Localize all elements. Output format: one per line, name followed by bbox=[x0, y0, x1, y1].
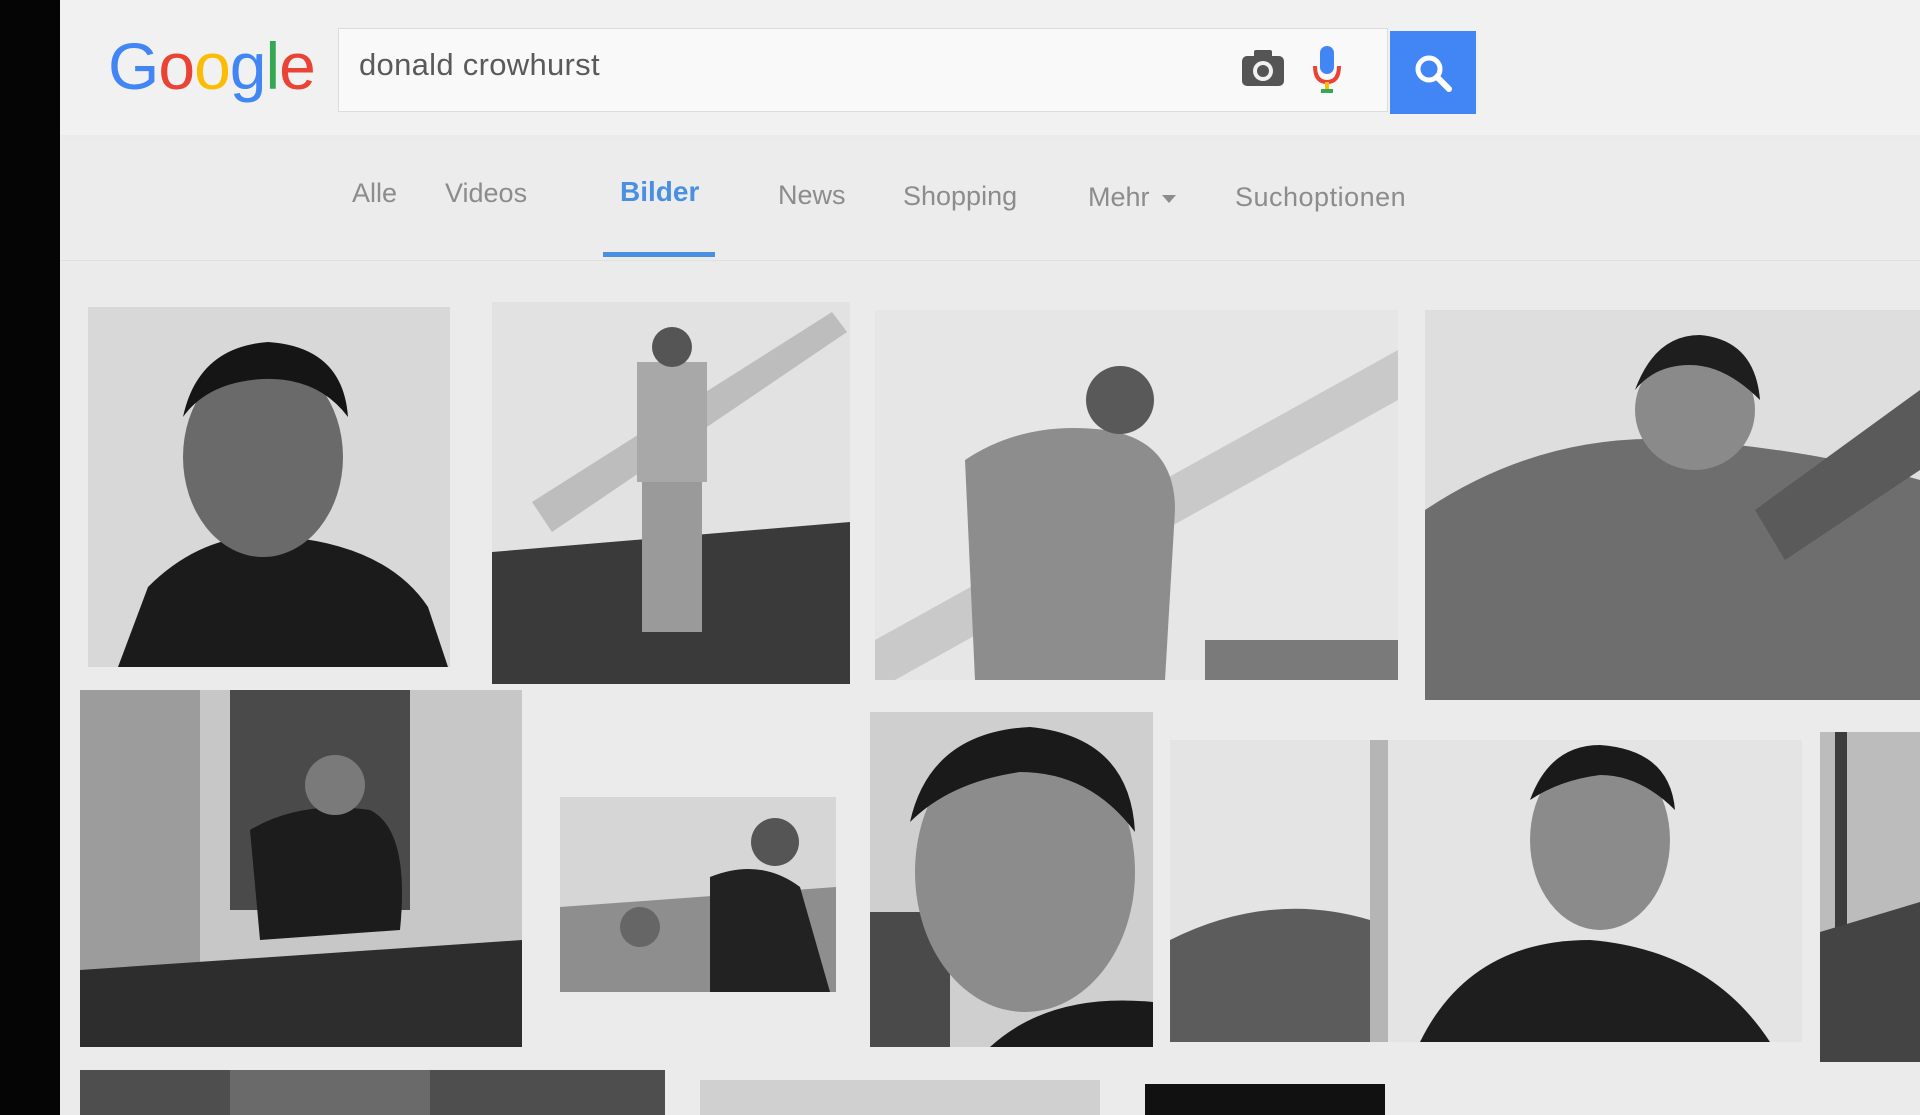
logo-letter: G bbox=[108, 29, 159, 103]
search-header: Google donald crowhurst bbox=[60, 0, 1920, 135]
image-result[interactable] bbox=[1145, 1084, 1385, 1115]
tab-mehr-label: Mehr bbox=[1088, 182, 1150, 212]
microphone-icon[interactable] bbox=[1312, 44, 1342, 96]
camera-icon[interactable] bbox=[1240, 48, 1286, 88]
tab-shopping[interactable]: Shopping bbox=[903, 181, 1017, 212]
logo-letter: g bbox=[229, 29, 267, 103]
search-input[interactable]: donald crowhurst bbox=[338, 28, 1388, 112]
image-result[interactable] bbox=[1425, 310, 1920, 700]
image-result[interactable] bbox=[870, 712, 1153, 1047]
image-result[interactable] bbox=[80, 690, 522, 1047]
tab-videos[interactable]: Videos bbox=[445, 178, 527, 209]
caret-down-icon bbox=[1162, 194, 1177, 203]
image-result[interactable] bbox=[492, 302, 850, 684]
active-tab-indicator bbox=[603, 252, 715, 257]
logo-letter: e bbox=[279, 29, 316, 103]
image-results-grid bbox=[60, 262, 1920, 1115]
search-button[interactable] bbox=[1390, 31, 1476, 114]
search-query-text[interactable]: donald crowhurst bbox=[359, 47, 600, 83]
image-result[interactable] bbox=[560, 797, 836, 992]
tab-mehr[interactable]: Mehr bbox=[1088, 182, 1177, 213]
image-result[interactable] bbox=[875, 310, 1398, 680]
tab-alle[interactable]: Alle bbox=[352, 178, 397, 209]
image-result[interactable] bbox=[1170, 740, 1802, 1042]
google-logo[interactable]: Google bbox=[108, 26, 316, 106]
logo-letter: l bbox=[265, 29, 281, 103]
image-result[interactable] bbox=[1820, 732, 1920, 1062]
search-tabs: Alle Videos Bilder News Shopping Mehr Su… bbox=[60, 140, 1920, 261]
logo-letter: o bbox=[194, 29, 231, 103]
image-result[interactable] bbox=[88, 307, 450, 667]
browser-screen: Google donald crowhurst Alle Videos Bild… bbox=[60, 0, 1920, 1115]
image-result[interactable] bbox=[80, 1070, 665, 1115]
tab-suchoptionen[interactable]: Suchoptionen bbox=[1235, 182, 1406, 213]
search-icon bbox=[1415, 55, 1452, 92]
tab-news[interactable]: News bbox=[778, 180, 846, 211]
tab-bilder[interactable]: Bilder bbox=[620, 176, 699, 208]
image-result[interactable] bbox=[700, 1080, 1100, 1115]
logo-letter: o bbox=[158, 29, 195, 103]
